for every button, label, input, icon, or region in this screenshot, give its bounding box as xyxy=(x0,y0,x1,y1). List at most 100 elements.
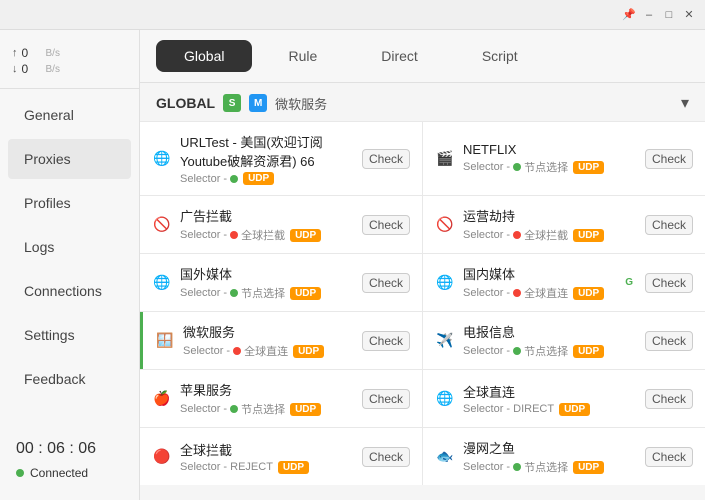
upload-stat: ↑ 0 B/s xyxy=(12,46,127,60)
close-button[interactable]: ✕ xyxy=(681,7,697,23)
rule-icon-adblock: 🚫 xyxy=(152,216,172,233)
rule-card-fish[interactable]: 🐟 漫网之鱼 Selector - 节点选择 UDP Check xyxy=(423,428,705,485)
tag-udp-urltest: UDP xyxy=(243,172,274,185)
rule-info-domestic-media: 国内媒体 Selector - 全球直连 UDP xyxy=(463,264,617,301)
tab-script[interactable]: Script xyxy=(454,40,546,72)
status-dot xyxy=(16,469,24,477)
rule-selector-telegram: Selector - 节点选择 UDP xyxy=(463,343,637,359)
selector-dot-microsoft xyxy=(233,347,241,355)
rule-card-foreign-media[interactable]: 🌐 国外媒体 Selector - 节点选择 UDP Check xyxy=(140,254,422,311)
rule-info-fish: 漫网之鱼 Selector - 节点选择 UDP xyxy=(463,438,637,475)
sidebar-item-feedback[interactable]: Feedback xyxy=(8,359,131,399)
rule-info-foreign-media: 国外媒体 Selector - 节点选择 UDP xyxy=(180,264,354,301)
rule-info-netflix: NETFLIX Selector - 节点选择 UDP xyxy=(463,142,637,175)
tab-global[interactable]: Global xyxy=(156,40,252,72)
time-display: 00 : 06 : 06 xyxy=(16,440,123,458)
check-button-adblock[interactable]: Check xyxy=(362,215,410,235)
check-button-fish[interactable]: Check xyxy=(645,447,693,467)
pin-button[interactable]: 📌 xyxy=(621,7,637,23)
rule-info-telegram: 电报信息 Selector - 节点选择 UDP xyxy=(463,322,637,359)
selector-dot-netflix xyxy=(513,163,521,171)
check-button-microsoft[interactable]: Check xyxy=(362,331,410,351)
download-value: 0 xyxy=(22,62,42,76)
selector-dot-foreign-media xyxy=(230,289,238,297)
check-button-foreign-media[interactable]: Check xyxy=(362,273,410,293)
check-button-apple[interactable]: Check xyxy=(362,389,410,409)
badge-s: S xyxy=(223,94,241,112)
rule-card-microsoft[interactable]: 🪟 微软服务 Selector - 全球直连 UDP Check xyxy=(140,312,422,369)
rule-name-global-direct: 全球直连 xyxy=(463,382,637,401)
rule-card-opshijack[interactable]: 🚫 运营劫持 Selector - 全球拦截 UDP Check xyxy=(423,196,705,253)
rule-selector-urltest: Selector - UDP xyxy=(180,172,354,185)
rule-name-microsoft: 微软服务 xyxy=(183,322,354,341)
rule-name-urltest: URLTest - 美国(欢迎订阅Youtube破解资源君) 66 xyxy=(180,132,354,170)
rule-card-urltest[interactable]: 🌐 URLTest - 美国(欢迎订阅Youtube破解资源君) 66 Sele… xyxy=(140,122,422,195)
rule-info-microsoft: 微软服务 Selector - 全球直连 UDP xyxy=(183,322,354,359)
rule-card-global-block[interactable]: 🔴 全球拦截 Selector - REJECT UDP Check xyxy=(140,428,422,485)
rule-name-fish: 漫网之鱼 xyxy=(463,438,637,457)
rule-selector-foreign-media: Selector - 节点选择 UDP xyxy=(180,285,354,301)
connection-status: Connected xyxy=(16,466,123,480)
tab-direct[interactable]: Direct xyxy=(353,40,446,72)
sidebar-item-proxies[interactable]: Proxies xyxy=(8,139,131,179)
rule-selector-netflix: Selector - 节点选择 UDP xyxy=(463,159,637,175)
wifi-icon: ▾ xyxy=(681,93,689,113)
sidebar: ↑ 0 B/s ↓ 0 B/s General Proxies Profiles… xyxy=(0,30,140,500)
rule-info-apple: 苹果服务 Selector - 节点选择 UDP xyxy=(180,380,354,417)
content-area: Global Rule Direct Script GLOBAL S M 微软服… xyxy=(140,30,705,500)
connection-label: Connected xyxy=(30,466,88,480)
sidebar-item-connections[interactable]: Connections xyxy=(8,271,131,311)
down-arrow: ↓ xyxy=(12,63,18,75)
rule-name-foreign-media: 国外媒体 xyxy=(180,264,354,283)
panel: GLOBAL S M 微软服务 ▾ 🌐 URLTest - 美国(欢迎订阅You… xyxy=(140,83,705,500)
rule-selector-global-direct: Selector - DIRECT UDP xyxy=(463,403,637,416)
rule-icon-microsoft: 🪟 xyxy=(155,332,175,349)
rule-icon-netflix: 🎬 xyxy=(435,150,455,167)
sidebar-item-logs[interactable]: Logs xyxy=(8,227,131,267)
tag-udp-opshijack: UDP xyxy=(573,229,604,242)
selector-dot-telegram xyxy=(513,347,521,355)
tab-rule[interactable]: Rule xyxy=(260,40,345,72)
rule-card-adblock[interactable]: 🚫 广告拦截 Selector - 全球拦截 UDP Check xyxy=(140,196,422,253)
tag-udp-microsoft: UDP xyxy=(293,345,324,358)
check-button-global-block[interactable]: Check xyxy=(362,447,410,467)
check-button-telegram[interactable]: Check xyxy=(645,331,693,351)
rule-info-adblock: 广告拦截 Selector - 全球拦截 UDP xyxy=(180,206,354,243)
rule-card-domestic-media[interactable]: 🌐 国内媒体 Selector - 全球直连 UDP G Check xyxy=(423,254,705,311)
sidebar-item-settings[interactable]: Settings xyxy=(8,315,131,355)
check-button-netflix[interactable]: Check xyxy=(645,149,693,169)
check-button-opshijack[interactable]: Check xyxy=(645,215,693,235)
rule-icon-urltest: 🌐 xyxy=(152,150,172,167)
rule-card-apple[interactable]: 🍎 苹果服务 Selector - 节点选择 UDP Check xyxy=(140,370,422,427)
badge-m: M xyxy=(249,94,267,112)
rule-info-opshijack: 运营劫持 Selector - 全球拦截 UDP xyxy=(463,206,637,243)
rule-selector-opshijack: Selector - 全球拦截 UDP xyxy=(463,227,637,243)
download-stat: ↓ 0 B/s xyxy=(12,62,127,76)
check-button-urltest[interactable]: Check xyxy=(362,149,410,169)
selector-dot-fish xyxy=(513,463,521,471)
tag-udp-apple: UDP xyxy=(290,403,321,416)
sidebar-item-general[interactable]: General xyxy=(8,95,131,135)
rule-name-telegram: 电报信息 xyxy=(463,322,637,341)
selector-dot-urltest xyxy=(230,175,238,183)
tag-udp-adblock: UDP xyxy=(290,229,321,242)
rule-card-netflix[interactable]: 🎬 NETFLIX Selector - 节点选择 UDP Check xyxy=(423,122,705,195)
rule-info-global-direct: 全球直连 Selector - DIRECT UDP xyxy=(463,382,637,416)
rule-icon-foreign-media: 🌐 xyxy=(152,274,172,291)
up-arrow: ↑ xyxy=(12,47,18,59)
tag-udp-global-direct: UDP xyxy=(559,403,590,416)
rule-selector-microsoft: Selector - 全球直连 UDP xyxy=(183,343,354,359)
maximize-button[interactable]: □ xyxy=(661,7,677,23)
sidebar-item-profiles[interactable]: Profiles xyxy=(8,183,131,223)
check-button-global-direct[interactable]: Check xyxy=(645,389,693,409)
minimize-button[interactable]: – xyxy=(641,7,657,23)
rule-card-telegram[interactable]: ✈️ 电报信息 Selector - 节点选择 UDP Check xyxy=(423,312,705,369)
rule-selector-adblock: Selector - 全球拦截 UDP xyxy=(180,227,354,243)
tag-udp-fish: UDP xyxy=(573,461,604,474)
rule-name-netflix: NETFLIX xyxy=(463,142,637,157)
rule-name-adblock: 广告拦截 xyxy=(180,206,354,225)
rule-card-global-direct[interactable]: 🌐 全球直连 Selector - DIRECT UDP Check xyxy=(423,370,705,427)
selector-dot-apple xyxy=(230,405,238,413)
check-button-domestic-media[interactable]: Check xyxy=(645,273,693,293)
rule-name-apple: 苹果服务 xyxy=(180,380,354,399)
